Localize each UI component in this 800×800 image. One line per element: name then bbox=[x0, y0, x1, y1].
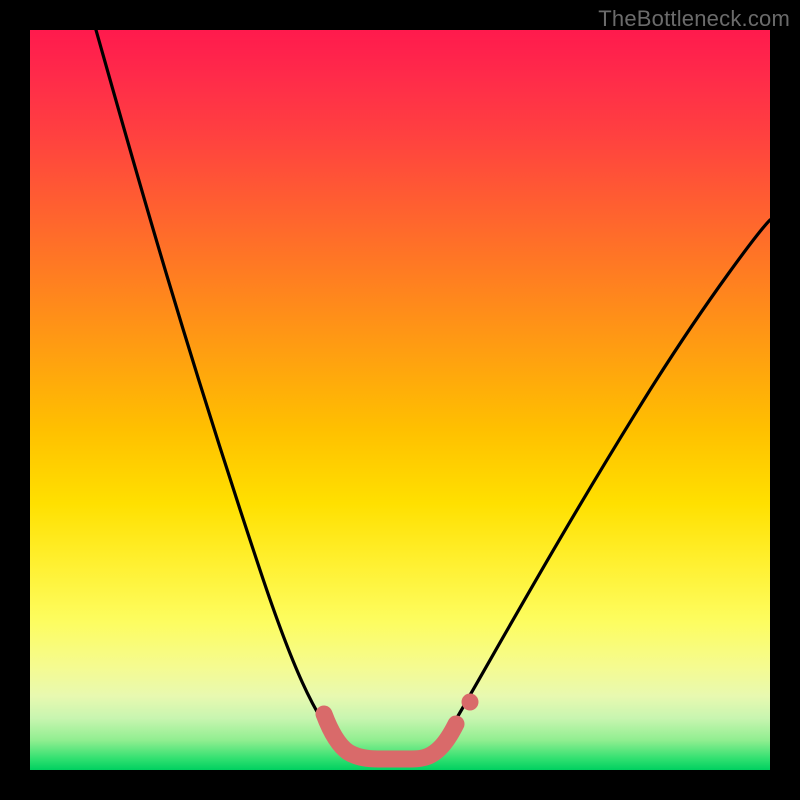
watermark-text: TheBottleneck.com bbox=[598, 6, 790, 32]
bottleneck-curve bbox=[96, 30, 770, 758]
curve-layer bbox=[30, 30, 770, 770]
highlight-segment bbox=[324, 714, 456, 759]
plot-area bbox=[30, 30, 770, 770]
highlight-dot bbox=[462, 694, 479, 711]
chart-frame: TheBottleneck.com bbox=[0, 0, 800, 800]
